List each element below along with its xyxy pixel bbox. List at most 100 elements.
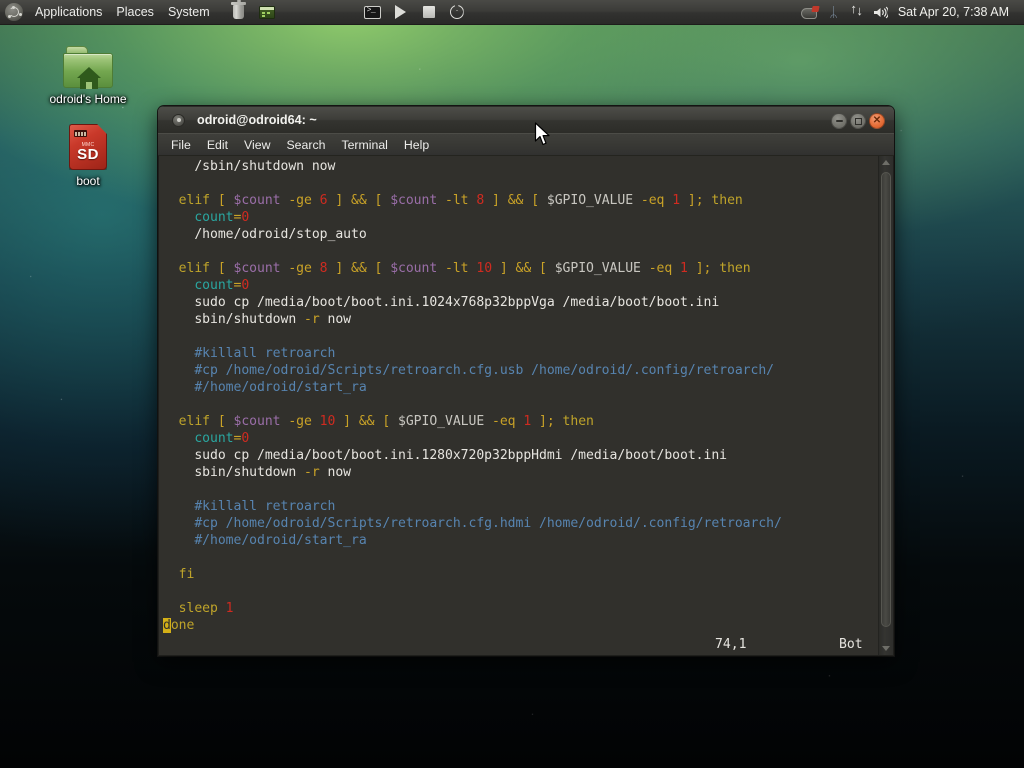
panel-left-group: Applications Places System: [0, 0, 471, 24]
network-icon[interactable]: [846, 1, 868, 23]
terminal-line: #killall retroarch: [159, 498, 878, 515]
terminal-token: #/home/odroid/start_ra: [163, 533, 367, 548]
terminal-token: $count: [390, 261, 437, 276]
play-icon[interactable]: [390, 1, 412, 23]
panel-clock[interactable]: Sat Apr 20, 7:38 AM: [891, 5, 1015, 19]
terminal-token: then: [563, 414, 594, 429]
terminal-token: ] && [: [492, 261, 555, 276]
terminal-token: one: [171, 618, 195, 633]
terminal-token: 6: [320, 193, 328, 208]
panel-menu-applications[interactable]: Applications: [28, 0, 109, 24]
bluetooth-icon[interactable]: ᛦ: [824, 5, 842, 19]
terminal-token: count: [163, 278, 234, 293]
terminal-token: ] && [: [328, 261, 391, 276]
terminal-token: sbin/shutdown: [163, 465, 304, 480]
ubuntu-logo-icon[interactable]: [5, 3, 23, 21]
terminal-token: -ge: [281, 193, 320, 208]
terminal-token: 10: [320, 414, 336, 429]
terminal-line: elif [ $count -ge 10 ] && [ $GPIO_VALUE …: [159, 413, 878, 430]
vim-scroll-indicator: Bot: [839, 637, 863, 652]
scroll-up-arrow-icon[interactable]: [879, 156, 893, 169]
terminal-menu-edit[interactable]: Edit: [199, 136, 236, 154]
terminal-token: then: [719, 261, 750, 276]
terminal-window[interactable]: odroid@odroid64: ~ ✕ File Edit View Sear…: [158, 106, 894, 656]
terminal-icon[interactable]: [362, 1, 384, 23]
terminal-token: 0: [241, 431, 249, 446]
terminal-line: #/home/odroid/start_ra: [159, 532, 878, 549]
terminal-text-area[interactable]: /sbin/shutdown now elif [ $count -ge 6 ]…: [159, 156, 878, 655]
volume-icon[interactable]: [873, 6, 888, 19]
sd-card-icon: MMC SD: [69, 124, 107, 170]
terminal-line: sbin/shutdown -r now: [159, 311, 878, 328]
minimize-button[interactable]: [831, 113, 847, 129]
terminal-menu-terminal[interactable]: Terminal: [333, 136, 395, 154]
terminal-line: count=0: [159, 209, 878, 226]
terminal-token: [: [210, 414, 234, 429]
terminal-token: then: [711, 193, 742, 208]
terminal-token: #cp /home/odroid/Scripts/retroarch.cfg.u…: [163, 363, 774, 378]
power-icon[interactable]: [446, 1, 468, 23]
terminal-token: 1: [226, 601, 234, 616]
terminal-token: -ge: [281, 261, 320, 276]
terminal-token: sudo cp /media/boot/boot.ini.1280x720p32…: [163, 448, 727, 463]
keyboard-indicator-icon[interactable]: [799, 1, 821, 23]
terminal-token: -r: [304, 312, 320, 327]
terminal-token: ];: [688, 261, 719, 276]
terminal-line: count=0: [159, 430, 878, 447]
window-buttons: ✕: [831, 113, 885, 129]
terminal-token: count: [163, 431, 234, 446]
terminal-menu-file[interactable]: File: [163, 136, 199, 154]
terminal-menu-search[interactable]: Search: [278, 136, 333, 154]
terminal-token: count: [163, 210, 234, 225]
terminal-token: ] && [: [335, 414, 398, 429]
terminal-menu-help[interactable]: Help: [396, 136, 437, 154]
terminal-token: ];: [680, 193, 711, 208]
terminal-token: elif: [163, 261, 210, 276]
terminal-line: elif [ $count -ge 6 ] && [ $count -lt 8 …: [159, 192, 878, 209]
terminal-line: elif [ $count -ge 8 ] && [ $count -lt 10…: [159, 260, 878, 277]
terminal-token: #killall retroarch: [163, 346, 335, 361]
stop-icon[interactable]: [418, 1, 440, 23]
terminal-token: ];: [531, 414, 562, 429]
terminal-token: -r: [304, 465, 320, 480]
desktop-icon-boot[interactable]: MMC SD boot: [42, 124, 134, 188]
desktop-icon-home-label: odroid's Home: [50, 92, 127, 106]
scrollbar-thumb[interactable]: [881, 172, 891, 627]
terminal-token: 10: [476, 261, 492, 276]
volume-glyph: [873, 6, 888, 19]
desktop-icon-home[interactable]: odroid's Home: [42, 46, 134, 106]
terminal-launcher-icon[interactable]: [256, 1, 278, 23]
terminal-token: -eq: [484, 414, 523, 429]
terminal-titlebar[interactable]: odroid@odroid64: ~ ✕: [158, 106, 894, 134]
terminal-token: elif: [163, 193, 210, 208]
terminal-line: [159, 583, 878, 600]
terminal-line: #killall retroarch: [159, 345, 878, 362]
terminal-menu-view[interactable]: View: [236, 136, 278, 154]
terminal-line: [159, 549, 878, 566]
terminal-token: 0: [241, 278, 249, 293]
terminal-line: [159, 328, 878, 345]
close-button[interactable]: ✕: [869, 113, 885, 129]
terminal-line: #cp /home/odroid/Scripts/retroarch.cfg.u…: [159, 362, 878, 379]
panel-menu-places[interactable]: Places: [109, 0, 161, 24]
terminal-token: ] && [: [484, 193, 547, 208]
terminal-menubar: File Edit View Search Terminal Help: [158, 134, 894, 156]
terminal-line: fi: [159, 566, 878, 583]
terminal-token: 0: [241, 210, 249, 225]
window-menu-icon[interactable]: [172, 114, 185, 127]
desktop-icon-boot-label: boot: [76, 174, 99, 188]
terminal-token: -ge: [281, 414, 320, 429]
panel-menu-system[interactable]: System: [161, 0, 217, 24]
terminal-token: -lt: [437, 261, 476, 276]
terminal-body[interactable]: /sbin/shutdown now elif [ $count -ge 6 ]…: [158, 156, 894, 656]
terminal-token: [: [210, 261, 234, 276]
terminal-token: #killall retroarch: [163, 499, 335, 514]
trash-icon[interactable]: [228, 1, 250, 23]
scroll-down-arrow-icon[interactable]: [879, 642, 893, 655]
maximize-button[interactable]: [850, 113, 866, 129]
home-folder-icon: [63, 46, 113, 88]
terminal-token: $GPIO_VALUE: [555, 261, 641, 276]
panel-tray-group: ᛦ Sat Apr 20, 7:38 AM: [796, 0, 1024, 24]
terminal-token: $GPIO_VALUE: [398, 414, 484, 429]
terminal-scrollbar[interactable]: [878, 156, 893, 655]
